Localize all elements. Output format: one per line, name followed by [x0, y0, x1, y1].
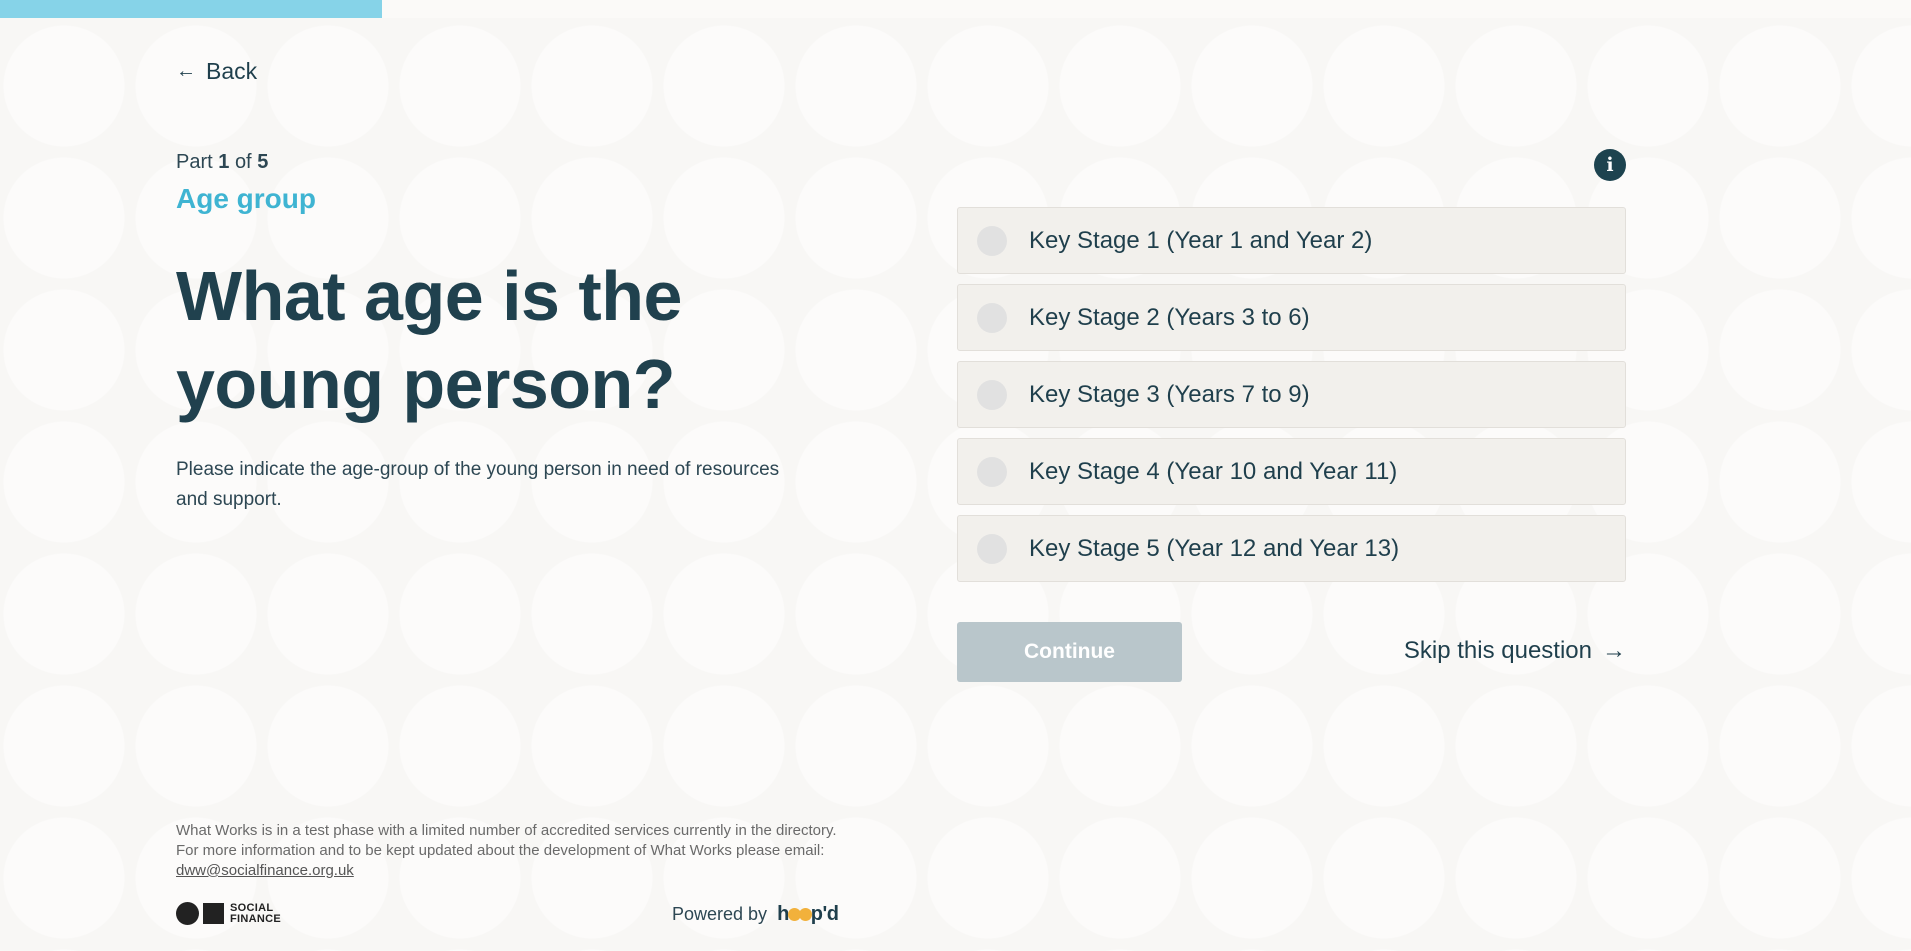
- progress-bar-fill: [0, 0, 383, 18]
- footer-note: What Works is in a test phase with a lim…: [176, 821, 856, 881]
- skip-label: Skip this question: [1403, 637, 1592, 664]
- question-heading: What age is the young person?: [176, 257, 682, 423]
- radio-button[interactable]: [977, 533, 1007, 564]
- logo-text: SOCIAL FINANCE: [230, 902, 281, 925]
- powered-by-label: Powered by: [672, 904, 768, 924]
- info-icon[interactable]: i: [1594, 149, 1626, 181]
- option-label: Key Stage 2 (Years 3 to 6): [1029, 303, 1310, 331]
- radio-button[interactable]: [977, 456, 1007, 487]
- part-indicator: Part 1 of 5: [176, 151, 268, 174]
- arrow-left-icon: ←: [176, 60, 196, 82]
- option-label: Key Stage 1 (Year 1 and Year 2): [1029, 226, 1373, 254]
- contact-email-link[interactable]: dww@socialfinance.org.uk: [176, 862, 354, 879]
- logo-circle-icon: [176, 902, 199, 925]
- logo-square-icon: [203, 903, 224, 924]
- option-label: Key Stage 4 (Year 10 and Year 11): [1029, 457, 1398, 485]
- footer-note-text: What Works is in a test phase with a lim…: [176, 822, 837, 859]
- progress-bar: [0, 0, 1911, 18]
- powered-by: Powered by h p'd: [672, 903, 839, 926]
- radio-button[interactable]: [977, 379, 1007, 410]
- part-total: 5: [257, 151, 269, 173]
- logo-text-line2: FINANCE: [230, 912, 281, 925]
- option-label: Key Stage 5 (Year 12 and Year 13): [1029, 534, 1400, 562]
- hoopd-logo-tail: p'd: [810, 903, 839, 925]
- arrow-right-icon: →: [1602, 637, 1626, 664]
- options-list: Key Stage 1 (Year 1 and Year 2) Key Stag…: [957, 207, 1626, 592]
- option-key-stage-4[interactable]: Key Stage 4 (Year 10 and Year 11): [957, 438, 1626, 505]
- option-key-stage-5[interactable]: Key Stage 5 (Year 12 and Year 13): [957, 515, 1626, 582]
- skip-question-link[interactable]: Skip this question →: [1404, 637, 1626, 665]
- part-of: of: [234, 151, 252, 173]
- question-description: Please indicate the age-group of the you…: [176, 459, 780, 510]
- back-label: Back: [206, 58, 258, 84]
- section-title: Age group: [176, 183, 316, 214]
- continue-button[interactable]: Continue: [957, 622, 1182, 682]
- radio-button[interactable]: [977, 302, 1007, 333]
- part-current: 1: [218, 151, 230, 173]
- radio-button[interactable]: [977, 225, 1007, 256]
- option-key-stage-1[interactable]: Key Stage 1 (Year 1 and Year 2): [957, 207, 1626, 274]
- social-finance-logo: SOCIAL FINANCE: [176, 902, 281, 925]
- option-key-stage-3[interactable]: Key Stage 3 (Years 7 to 9): [957, 361, 1626, 428]
- option-label: Key Stage 3 (Years 7 to 9): [1029, 380, 1310, 408]
- option-key-stage-2[interactable]: Key Stage 2 (Years 3 to 6): [957, 284, 1626, 351]
- part-word: Part: [176, 151, 213, 173]
- hoopd-logo: h p'd: [777, 903, 839, 926]
- back-link[interactable]: ← Back: [176, 58, 257, 85]
